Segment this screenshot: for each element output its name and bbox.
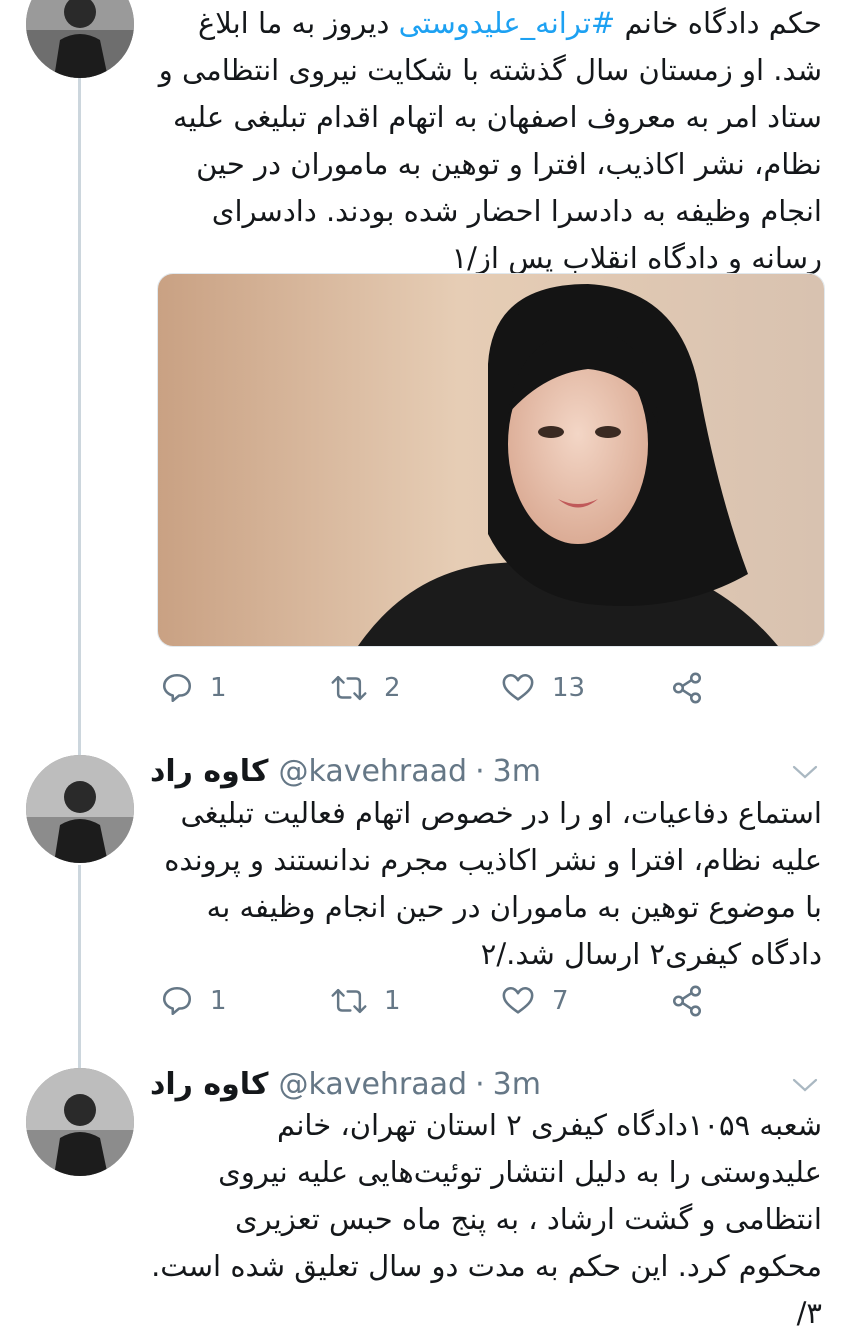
retweet-icon: [331, 988, 367, 1014]
retweet-icon: [331, 675, 367, 701]
thread-line: [78, 0, 81, 760]
display-name[interactable]: کاوه راد: [150, 1067, 268, 1102]
tweet-1-text: حکم دادگاه خانم #ترانه_علیدوستی دیروز به…: [158, 6, 822, 275]
tweet-2-header: کاوه راد @kavehraad · 3m: [150, 751, 816, 791]
retweet-button[interactable]: 1: [330, 981, 401, 1021]
tweet-1-photo[interactable]: [157, 273, 825, 647]
reply-icon: [162, 673, 192, 703]
retweet-button[interactable]: 2: [330, 668, 401, 708]
share-button[interactable]: [670, 668, 720, 708]
like-button[interactable]: 7: [500, 981, 569, 1021]
separator-dot: ·: [475, 753, 485, 789]
hashtag-link[interactable]: #ترانه_علیدوستی: [399, 6, 616, 40]
chevron-down-icon[interactable]: [790, 762, 820, 782]
avatar[interactable]: [26, 0, 134, 78]
display-name[interactable]: کاوه راد: [150, 754, 268, 789]
separator-dot: ·: [475, 1066, 485, 1102]
reply-button[interactable]: 1: [160, 981, 227, 1021]
avatar[interactable]: [26, 755, 134, 863]
avatar[interactable]: [26, 1068, 134, 1176]
avatar-photo: [26, 0, 134, 78]
share-icon: [672, 672, 702, 704]
tweet-1-actions: 1 2 13: [160, 668, 720, 708]
share-icon: [672, 985, 702, 1017]
thread-line: [78, 865, 81, 1070]
timestamp[interactable]: 3m: [493, 1067, 541, 1102]
avatar-photo: [26, 1068, 134, 1176]
tweet-3-text: شعبه ۱۰۵۹دادگاه کیفری ۲ استان تهران، خان…: [151, 1108, 822, 1330]
reply-icon: [162, 986, 192, 1016]
reply-button[interactable]: 1: [160, 668, 227, 708]
user-handle[interactable]: @kavehraad: [278, 1067, 467, 1102]
like-icon: [502, 986, 534, 1014]
like-icon: [502, 673, 534, 701]
user-handle[interactable]: @kavehraad: [278, 754, 467, 789]
chevron-down-icon[interactable]: [790, 1075, 820, 1095]
tweet-3-header: کاوه راد @kavehraad · 3m: [150, 1064, 816, 1104]
like-button[interactable]: 13: [500, 668, 585, 708]
tweet-2-text: استماع دفاعیات، او را در خصوص اتهام فعال…: [164, 796, 822, 971]
tweet-2-actions: 1 1 7: [160, 981, 720, 1021]
timestamp[interactable]: 3m: [493, 754, 541, 789]
avatar-photo: [26, 755, 134, 863]
share-button[interactable]: [670, 981, 720, 1021]
